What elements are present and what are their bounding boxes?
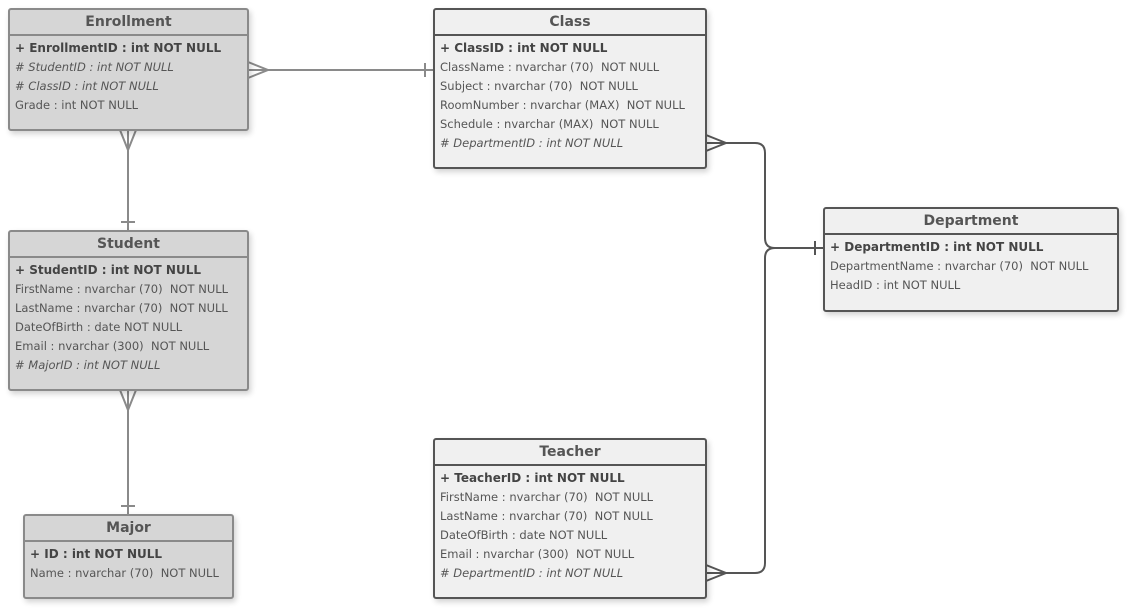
attribute[interactable]: DateOfBirth : date NOT NULL [10, 318, 247, 337]
foreign-key-attribute[interactable]: # ClassID : int NOT NULL [10, 77, 247, 96]
attribute[interactable]: ClassName : nvarchar (70) NOT NULL [435, 58, 705, 77]
foreign-key-attribute[interactable]: # StudentID : int NOT NULL [10, 58, 247, 77]
attribute-list: + ClassID : int NOT NULL ClassName : nvar… [435, 36, 705, 153]
entity-title: Major [25, 516, 232, 542]
primary-key-attribute[interactable]: + DepartmentID : int NOT NULL [825, 238, 1117, 257]
primary-key-attribute[interactable]: + TeacherID : int NOT NULL [435, 469, 705, 488]
entity-title: Department [825, 209, 1117, 235]
attribute[interactable]: FirstName : nvarchar (70) NOT NULL [10, 280, 247, 299]
entity-class[interactable]: Class + ClassID : int NOT NULL ClassName :… [433, 8, 707, 169]
attribute[interactable]: LastName : nvarchar (70) NOT NULL [435, 507, 705, 526]
entity-title: Teacher [435, 440, 705, 466]
attribute-list: + EnrollmentID : int NOT NULL # StudentID… [10, 36, 247, 115]
attribute-list: + ID : int NOT NULL Name : nvarchar (70) … [25, 542, 232, 583]
link-student-major [119, 389, 137, 514]
attribute[interactable]: Email : nvarchar (300) NOT NULL [435, 545, 705, 564]
attribute[interactable]: HeadID : int NOT NULL [825, 276, 1117, 295]
entity-title: Student [10, 232, 247, 258]
attribute-list: + StudentID : int NOT NULL FirstName : nv… [10, 258, 247, 375]
link-teacher-department [705, 247, 776, 582]
entity-teacher[interactable]: Teacher + TeacherID : int NOT NULL FirstNa… [433, 438, 707, 599]
entity-enrollment[interactable]: Enrollment + EnrollmentID : int NOT NULL #… [8, 8, 249, 131]
attribute[interactable]: Grade : int NOT NULL [10, 96, 247, 115]
attribute-list: + DepartmentID : int NOT NULL DepartmentN… [825, 235, 1117, 295]
foreign-key-attribute[interactable]: # DepartmentID : int NOT NULL [435, 134, 705, 153]
link-class-department [705, 134, 823, 255]
attribute[interactable]: Name : nvarchar (70) NOT NULL [25, 564, 232, 583]
attribute[interactable]: DepartmentName : nvarchar (70) NOT NULL [825, 257, 1117, 276]
entity-department[interactable]: Department + DepartmentID : int NOT NULL D… [823, 207, 1119, 312]
primary-key-attribute[interactable]: + ID : int NOT NULL [25, 545, 232, 564]
foreign-key-attribute[interactable]: # DepartmentID : int NOT NULL [435, 564, 705, 583]
primary-key-attribute[interactable]: + StudentID : int NOT NULL [10, 261, 247, 280]
attribute[interactable]: LastName : nvarchar (70) NOT NULL [10, 299, 247, 318]
entity-student[interactable]: Student + StudentID : int NOT NULL FirstNa… [8, 230, 249, 391]
attribute-list: + TeacherID : int NOT NULL FirstName : nv… [435, 466, 705, 583]
entity-title: Enrollment [10, 10, 247, 36]
attribute[interactable]: Subject : nvarchar (70) NOT NULL [435, 77, 705, 96]
foreign-key-attribute[interactable]: # MajorID : int NOT NULL [10, 356, 247, 375]
primary-key-attribute[interactable]: + EnrollmentID : int NOT NULL [10, 39, 247, 58]
attribute[interactable]: DateOfBirth : date NOT NULL [435, 526, 705, 545]
link-enrollment-class [247, 61, 433, 79]
attribute[interactable]: RoomNumber : nvarchar (MAX) NOT NULL [435, 96, 705, 115]
entity-major[interactable]: Major + ID : int NOT NULL Name : nvarchar … [23, 514, 234, 599]
attribute[interactable]: FirstName : nvarchar (70) NOT NULL [435, 488, 705, 507]
link-enrollment-student [119, 129, 137, 230]
attribute[interactable]: Schedule : nvarchar (MAX) NOT NULL [435, 115, 705, 134]
primary-key-attribute[interactable]: + ClassID : int NOT NULL [435, 39, 705, 58]
attribute[interactable]: Email : nvarchar (300) NOT NULL [10, 337, 247, 356]
entity-title: Class [435, 10, 705, 36]
